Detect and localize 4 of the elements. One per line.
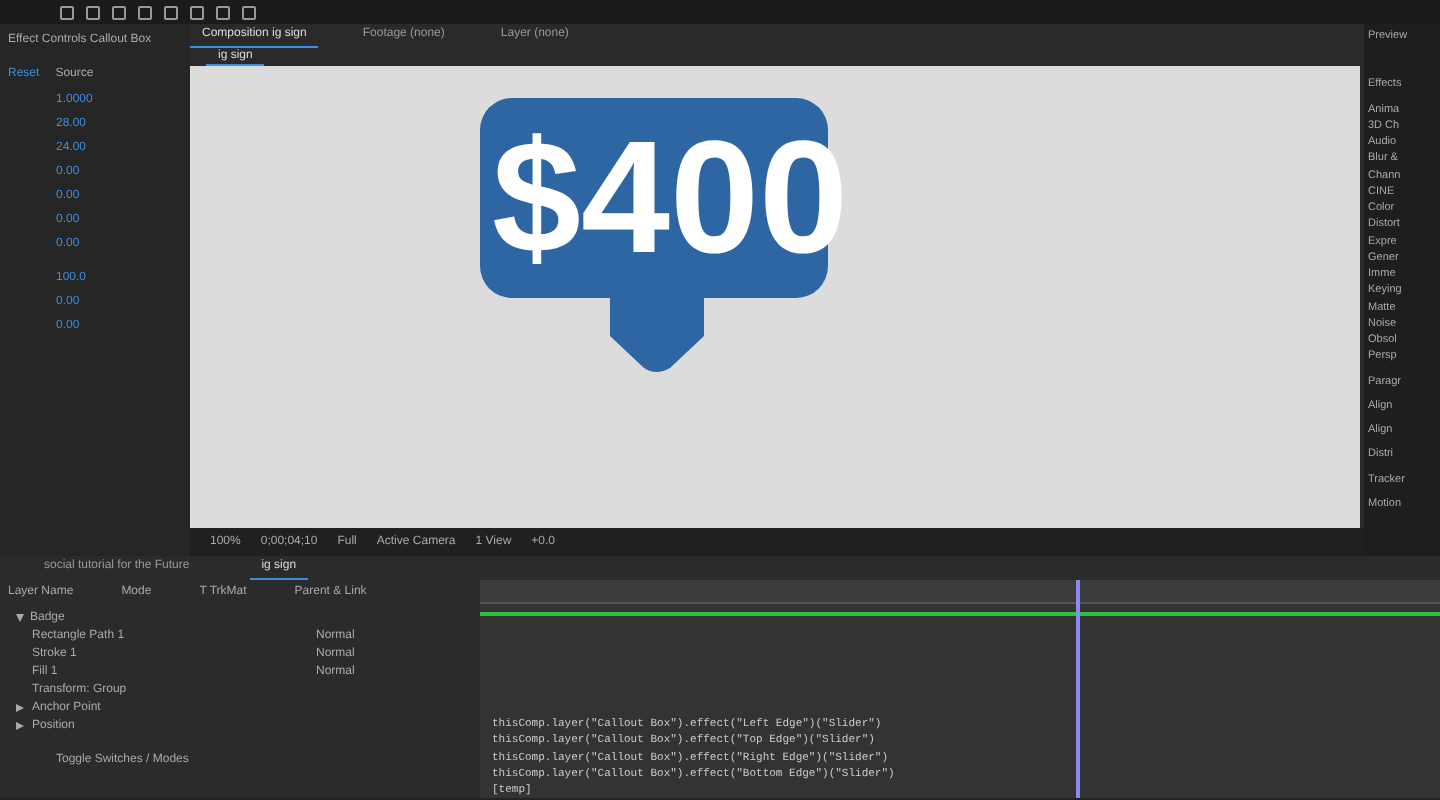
disclosure-triangle[interactable] bbox=[16, 722, 24, 730]
disclosure-triangle[interactable] bbox=[16, 704, 24, 712]
playhead[interactable] bbox=[1075, 580, 1080, 799]
disclosure-triangle[interactable] bbox=[16, 614, 24, 622]
